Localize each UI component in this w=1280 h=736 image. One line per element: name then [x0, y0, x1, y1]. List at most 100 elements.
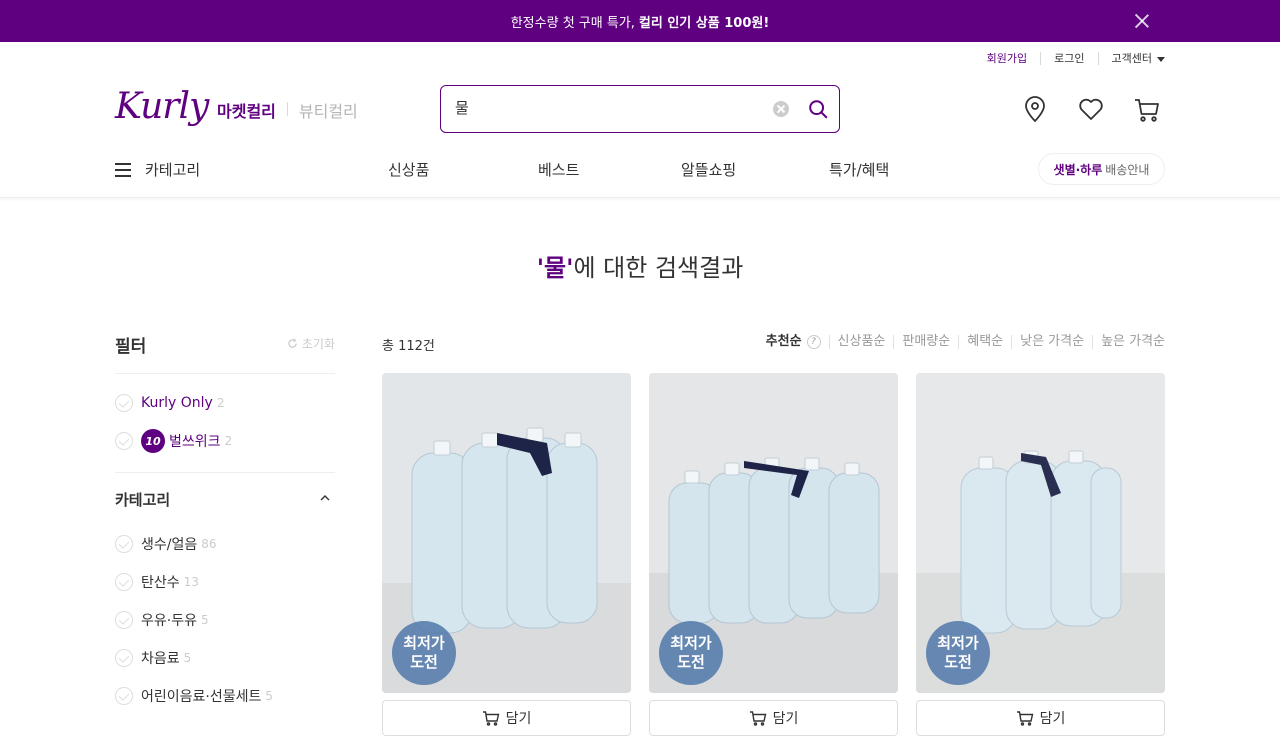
badge-line2: 도전 [677, 653, 705, 671]
filter-option-kurly-only[interactable]: Kurly Only 2 [115, 394, 224, 412]
global-nav: 카테고리 신상품 베스트 알뜰쇼핑 특가/혜택 샛별·하루 배송안내 [0, 150, 1280, 198]
divider [115, 373, 335, 374]
add-to-cart-button[interactable]: 담기 [649, 700, 898, 736]
result-keyword: '물' [536, 254, 574, 282]
filter-category-item[interactable]: 우유·두유 5 [115, 610, 209, 630]
cart-label: 담기 [505, 711, 532, 727]
product-image[interactable]: 최저가 도전 [382, 373, 631, 693]
nav-new[interactable]: 신상품 [388, 159, 429, 180]
checkbox-icon [115, 432, 133, 450]
support-menu[interactable]: 고객센터 [1097, 52, 1165, 65]
filter-category-item[interactable]: 어린이음료·선물세트 5 [115, 686, 273, 706]
search-box [440, 85, 840, 133]
search-result-title: '물'에 대한 검색결과 [0, 248, 1280, 283]
sort-recommended[interactable]: 추천순? [766, 335, 829, 349]
checkbox-icon [115, 535, 133, 553]
sort-sales[interactable]: 판매량순 [893, 335, 958, 349]
login-link[interactable]: 로그인 [1040, 52, 1097, 65]
option-count: 2 [224, 434, 233, 448]
reset-label: 초기화 [301, 337, 335, 351]
option-label: 탄산수 [141, 575, 180, 591]
category-menu-button[interactable]: 카테고리 [115, 159, 200, 180]
checkbox-icon [115, 394, 133, 412]
close-icon[interactable] [1132, 11, 1152, 31]
option-label: 우유·두유 [141, 613, 197, 629]
add-to-cart-button[interactable]: 담기 [382, 700, 631, 736]
badge-line1: 최저가 [403, 634, 445, 652]
badge-line2: 도전 [410, 653, 438, 671]
option-count: 5 [265, 689, 274, 703]
sort-label: 추천순 [765, 334, 802, 349]
add-to-cart-button[interactable]: 담기 [916, 700, 1165, 736]
heart-icon[interactable] [1076, 94, 1106, 124]
cart-icon [482, 711, 499, 726]
event-badge: 10 [141, 429, 165, 453]
category-filter-title[interactable]: 카테고리 [115, 489, 170, 510]
filter-title: 필터 [115, 337, 147, 357]
option-count: 86 [201, 537, 217, 551]
search-icon[interactable] [807, 98, 829, 120]
filter-category-item[interactable]: 차음료 5 [115, 648, 191, 668]
cart-label: 담기 [772, 711, 799, 727]
option-label: Kurly Only [141, 395, 213, 411]
option-count: 13 [183, 575, 199, 589]
option-count: 2 [216, 396, 225, 410]
lowest-price-badge: 최저가 도전 [926, 621, 990, 685]
cart-icon[interactable] [1132, 94, 1162, 124]
refresh-icon [288, 338, 297, 348]
nav-best[interactable]: 베스트 [538, 159, 579, 180]
cart-icon [749, 711, 766, 726]
sort-options: 추천순? 신상품순 판매량순 혜택순 낮은 가격순 높은 가격순 [766, 335, 1165, 349]
product-image[interactable]: 최저가 도전 [649, 373, 898, 693]
tab-market-kurly[interactable]: 마켓컬리 [217, 98, 276, 122]
banner-text: 한정수량 첫 구매 특가, [510, 15, 635, 31]
filter-option-event[interactable]: 10 벌쓰위크 2 [115, 429, 232, 453]
chevron-up-icon[interactable] [318, 493, 332, 503]
option-label: 생수/얼음 [141, 537, 198, 553]
kurly-logo[interactable]: Kurly [115, 86, 209, 127]
signup-link[interactable]: 회원가입 [987, 52, 1040, 65]
caret-down-icon [1157, 56, 1165, 62]
filter-category-item[interactable]: 생수/얼음 86 [115, 534, 217, 554]
badge-line2: 도전 [944, 653, 972, 671]
location-pin-icon[interactable] [1020, 94, 1050, 124]
product-image[interactable]: 최저가 도전 [916, 373, 1165, 693]
nav-special[interactable]: 특가/혜택 [829, 159, 889, 180]
support-label: 고객센터 [1111, 52, 1152, 65]
nav-saving[interactable]: 알뜰쇼핑 [681, 159, 736, 180]
search-input[interactable] [455, 98, 755, 116]
clear-icon[interactable] [773, 101, 789, 117]
promo-banner[interactable]: 한정수량 첫 구매 특가, 컬리 인기 상품 100원! [0, 0, 1280, 42]
option-count: 5 [183, 651, 192, 665]
delivery-text: 배송안내 [1105, 162, 1150, 177]
delivery-info-button[interactable]: 샛별·하루 배송안내 [1038, 153, 1165, 185]
checkbox-icon [115, 687, 133, 705]
mall-tabs: 마켓컬리 뷰티컬리 [217, 98, 358, 122]
option-label: 어린이음료·선물세트 [141, 689, 262, 705]
help-icon[interactable]: ? [806, 335, 821, 349]
banner-highlight: 컬리 인기 상품 100원! [638, 15, 770, 31]
checkbox-icon [115, 649, 133, 667]
checkbox-icon [115, 573, 133, 591]
badge-line1: 최저가 [670, 634, 712, 652]
sort-price-high[interactable]: 높은 가격순 [1092, 335, 1165, 349]
utility-menu: 회원가입 로그인 고객센터 [987, 52, 1165, 65]
lowest-price-badge: 최저가 도전 [392, 621, 456, 685]
cart-icon [1016, 711, 1033, 726]
sort-newest[interactable]: 신상품순 [828, 335, 894, 349]
sort-benefit[interactable]: 혜택순 [958, 335, 1011, 349]
total-count: 총 112건 [382, 339, 435, 354]
category-label: 카테고리 [145, 161, 201, 179]
filter-category-item[interactable]: 탄산수 13 [115, 572, 199, 592]
option-label: 벌쓰위크 [169, 434, 221, 450]
tab-beauty-kurly[interactable]: 뷰티컬리 [299, 98, 358, 122]
delivery-highlight: 샛별·하루 [1053, 162, 1103, 177]
result-suffix: 에 대한 검색결과 [573, 254, 744, 282]
checkbox-icon [115, 611, 133, 629]
cart-label: 담기 [1039, 711, 1066, 727]
lowest-price-badge: 최저가 도전 [659, 621, 723, 685]
option-label: 차음료 [141, 651, 180, 667]
filter-header: 필터 초기화 [115, 332, 335, 357]
reset-button[interactable]: 초기화 [287, 335, 335, 352]
sort-price-low[interactable]: 낮은 가격순 [1011, 335, 1092, 349]
